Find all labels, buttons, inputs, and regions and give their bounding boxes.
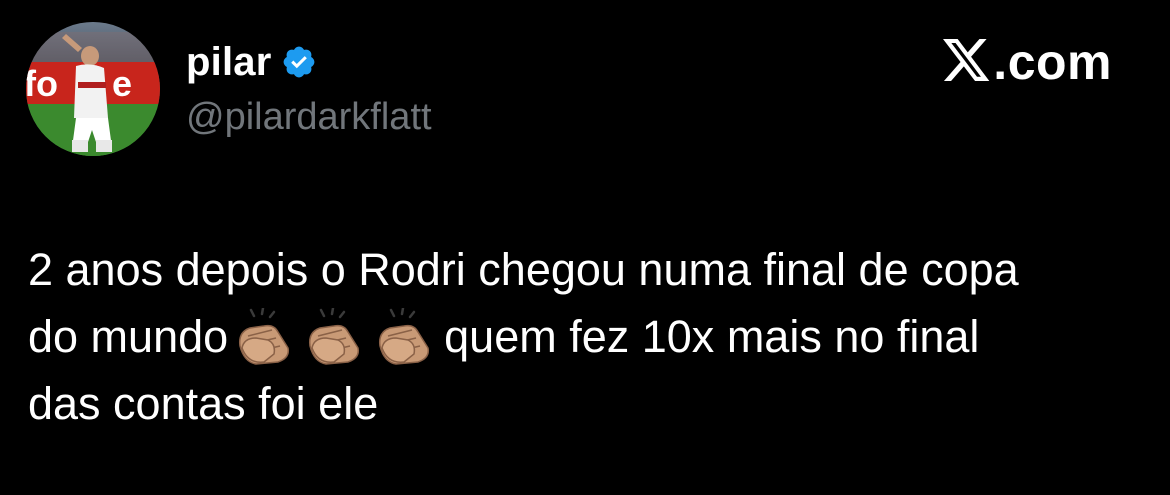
tweet-card: fo e pilar @pilardarkflatt .com 2 anos d… bbox=[0, 0, 1170, 495]
tweet-line-2: do mundo quem fez 10x mais no final bbox=[28, 303, 1148, 370]
x-logo-icon bbox=[943, 39, 991, 85]
brand-domain: .com bbox=[993, 34, 1112, 90]
clapping-hands-icon bbox=[234, 306, 296, 366]
svg-text:e: e bbox=[112, 63, 132, 104]
avatar-image: fo e bbox=[26, 22, 160, 156]
avatar[interactable]: fo e bbox=[26, 22, 160, 156]
tweet-line-2-start: do mundo bbox=[28, 311, 229, 362]
tweet-line-1: 2 anos depois o Rodri chegou numa final … bbox=[28, 244, 1019, 295]
author-name-row: pilar bbox=[186, 36, 317, 88]
display-name[interactable]: pilar bbox=[186, 36, 271, 88]
author-handle[interactable]: @pilardarkflatt bbox=[186, 94, 432, 140]
svg-text:fo: fo bbox=[26, 63, 58, 104]
tweet-line-3: das contas foi ele bbox=[28, 378, 379, 429]
tweet-body: 2 anos depois o Rodri chegou numa final … bbox=[28, 236, 1148, 437]
brand-watermark: .com bbox=[943, 34, 1112, 90]
clapping-hands-icon bbox=[304, 306, 366, 366]
clapping-hands-icon bbox=[374, 306, 436, 366]
emoji-group bbox=[234, 303, 444, 370]
verified-badge-icon bbox=[281, 44, 317, 80]
tweet-line-2-end: quem fez 10x mais no final bbox=[444, 311, 980, 362]
